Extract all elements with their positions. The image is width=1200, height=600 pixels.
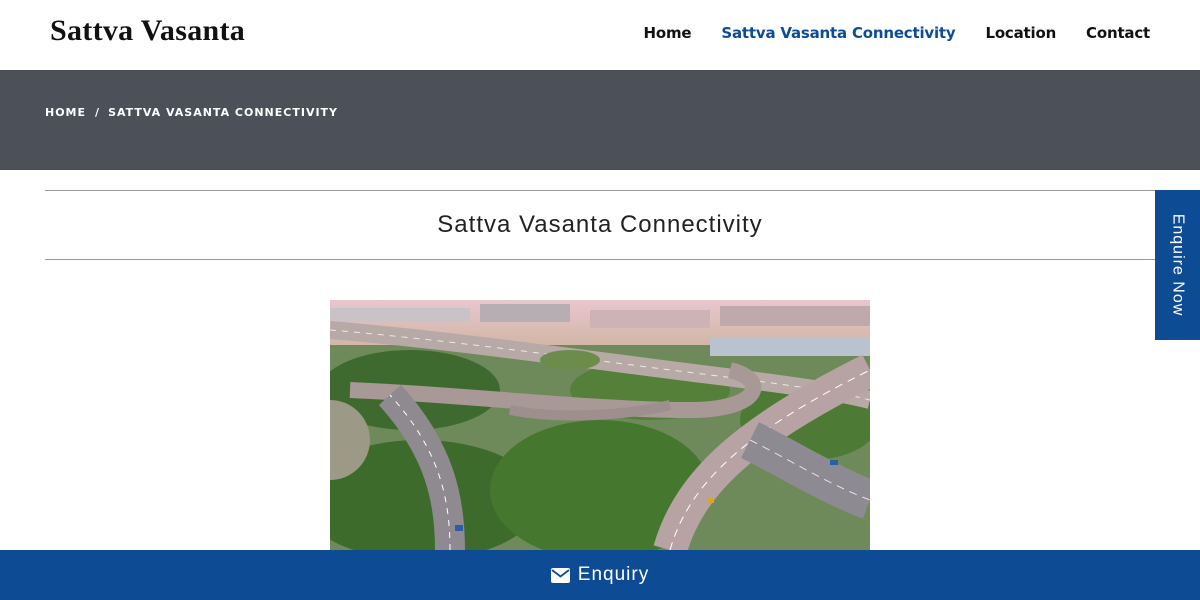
envelope-icon	[550, 567, 570, 583]
site-logo[interactable]: Sattva Vasanta	[50, 14, 245, 48]
nav-item-home[interactable]: Home	[644, 24, 692, 42]
aerial-highway-interchange-photo	[330, 300, 870, 550]
enquire-now-label: Enquire Now	[1169, 213, 1187, 317]
main-nav: Home Sattva Vasanta Connectivity Locatio…	[644, 24, 1151, 42]
nav-item-connectivity[interactable]: Sattva Vasanta Connectivity	[721, 24, 955, 42]
page-banner: HOME / SATTVA VASANTA CONNECTIVITY	[0, 70, 1200, 170]
enquire-now-tab[interactable]: Enquire Now	[1155, 190, 1200, 340]
nav-item-location[interactable]: Location	[985, 24, 1056, 42]
breadcrumb-current: SATTVA VASANTA CONNECTIVITY	[108, 106, 339, 119]
breadcrumb: HOME / SATTVA VASANTA CONNECTIVITY	[45, 106, 338, 119]
connectivity-image	[330, 300, 870, 550]
breadcrumb-separator: /	[95, 106, 101, 119]
site-header: Sattva Vasanta Home Sattva Vasanta Conne…	[0, 0, 1200, 70]
page-title-box: Sattva Vasanta Connectivity	[45, 190, 1155, 260]
page-title: Sattva Vasanta Connectivity	[437, 211, 763, 238]
breadcrumb-home-link[interactable]: HOME	[45, 106, 86, 119]
enquiry-label: Enquiry	[577, 564, 650, 585]
enquiry-bar[interactable]: Enquiry	[0, 550, 1200, 600]
nav-item-contact[interactable]: Contact	[1086, 24, 1150, 42]
